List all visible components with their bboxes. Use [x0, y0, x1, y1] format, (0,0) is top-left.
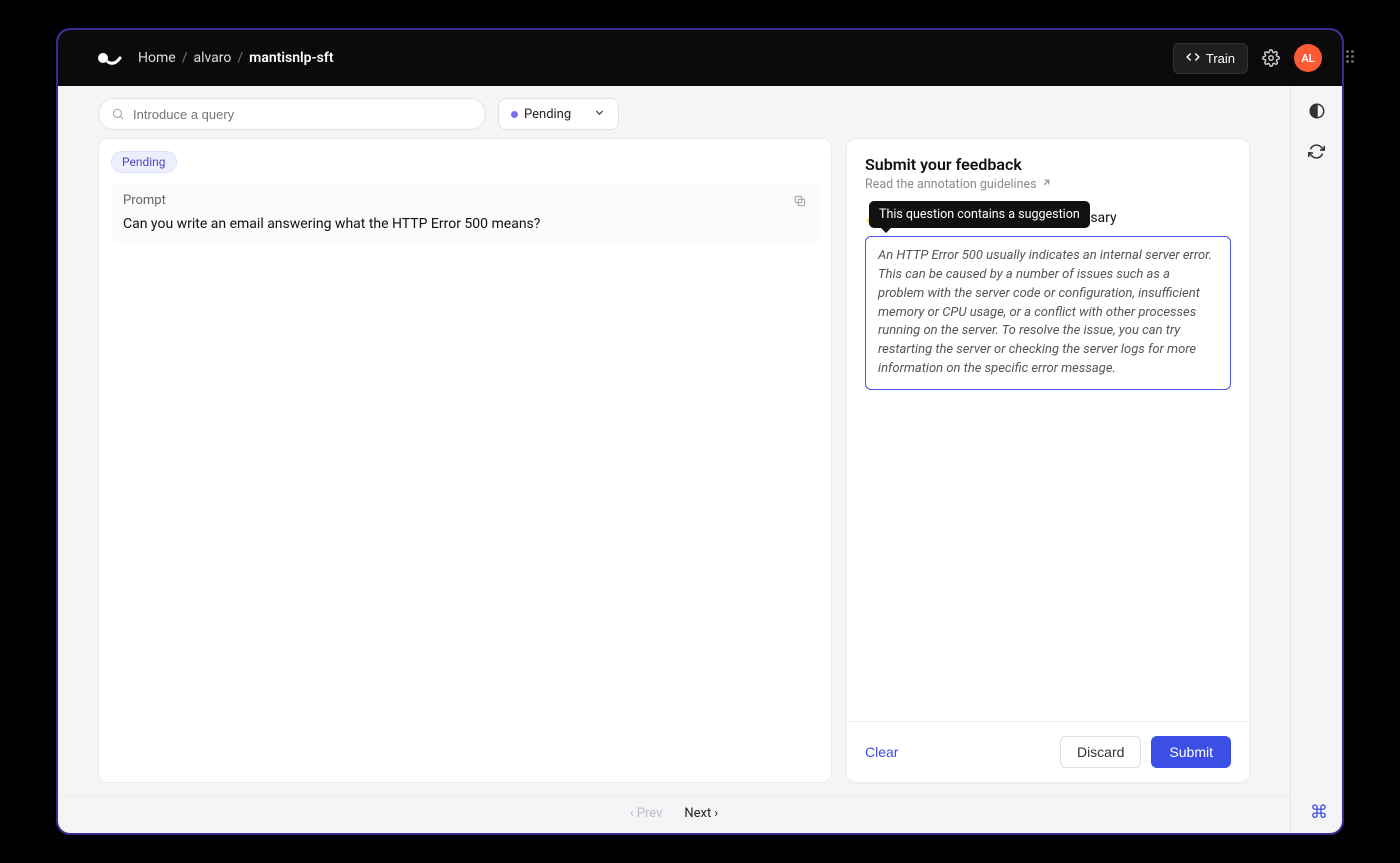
search-icon — [111, 107, 125, 121]
breadcrumb-separator: / — [237, 50, 243, 66]
app-logo-icon — [98, 48, 122, 68]
chevron-left-icon: ‹ — [630, 806, 634, 821]
status-filter-label: Pending — [524, 107, 571, 122]
feedback-title: Submit your feedback — [865, 155, 1231, 174]
theme-toggle-icon[interactable] — [1306, 100, 1328, 122]
feedback-card: Submit your feedback Read the annotation… — [846, 138, 1250, 783]
breadcrumb-project[interactable]: mantisnlp-sft — [249, 50, 333, 66]
toolbar: Pending — [58, 86, 1290, 138]
prompt-section-label: Prompt — [123, 193, 166, 208]
response-textarea[interactable]: An HTTP Error 500 usually indicates an i… — [865, 236, 1231, 390]
header-bar: Home / alvaro / mantisnlp-sft Train — [58, 30, 1342, 86]
window-drag-handle[interactable] — [1346, 50, 1354, 63]
discard-button[interactable]: Discard — [1060, 736, 1141, 768]
status-filter[interactable]: Pending — [498, 98, 619, 130]
status-badge: Pending — [111, 151, 177, 173]
code-icon — [1186, 50, 1200, 67]
search-field[interactable] — [133, 107, 473, 122]
submit-button[interactable]: Submit — [1151, 736, 1231, 768]
next-label: Next — [684, 806, 711, 821]
paginator: ‹ Prev Next › — [58, 795, 1290, 833]
next-button[interactable]: Next › — [684, 806, 718, 821]
breadcrumb-home[interactable]: Home — [138, 50, 176, 66]
guidelines-link[interactable]: Read the annotation guidelines — [865, 177, 1231, 192]
search-input[interactable] — [98, 98, 486, 130]
prev-label: Prev — [637, 806, 663, 821]
status-dot-icon — [511, 111, 518, 118]
user-avatar[interactable]: AL — [1294, 44, 1322, 72]
train-button-label: Train — [1206, 51, 1235, 66]
right-rail: ⌘ — [1290, 86, 1342, 833]
breadcrumb: Home / alvaro / mantisnlp-sft — [138, 50, 334, 66]
chevron-right-icon: › — [714, 806, 718, 821]
chevron-down-icon — [593, 106, 606, 123]
breadcrumb-user[interactable]: alvaro — [193, 50, 231, 66]
breadcrumb-separator: / — [182, 50, 188, 66]
keyboard-shortcuts-icon[interactable]: ⌘ — [1310, 802, 1328, 823]
train-button[interactable]: Train — [1173, 43, 1248, 74]
prompt-text: Can you write an email answering what th… — [123, 216, 807, 232]
copy-icon[interactable] — [793, 194, 807, 208]
refresh-icon[interactable] — [1306, 140, 1328, 162]
prompt-card: Pending Prompt Can you write an ema — [98, 138, 832, 783]
prev-button[interactable]: ‹ Prev — [630, 806, 663, 821]
suggestion-tooltip: This question contains a suggestion — [869, 201, 1090, 228]
external-link-icon — [1041, 177, 1052, 192]
app-window: Home / alvaro / mantisnlp-sft Train — [56, 28, 1344, 835]
clear-button[interactable]: Clear — [865, 744, 898, 760]
settings-icon[interactable] — [1262, 49, 1280, 67]
